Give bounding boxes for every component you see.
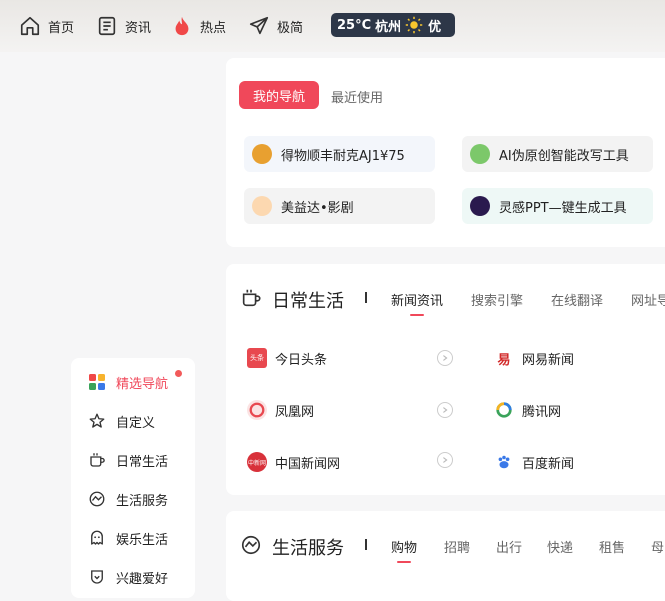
nav-news-label: 资讯 bbox=[125, 20, 152, 36]
site-label: 百度新闻 bbox=[522, 456, 575, 472]
site-label: 网易新闻 bbox=[522, 352, 575, 368]
nav-link-label: 得物顺丰耐克AJ1¥75 bbox=[281, 148, 405, 164]
nav-link-label: 灵感PPT—键生成工具 bbox=[499, 200, 627, 216]
sidebar-item-label: 生活服务 bbox=[116, 493, 169, 509]
nav-minimal[interactable]: 极简 bbox=[248, 14, 303, 38]
tab-shopping[interactable]: 购物 bbox=[391, 537, 417, 563]
life-service-icon bbox=[89, 491, 105, 507]
grid-icon bbox=[89, 374, 105, 390]
tab-jobs[interactable]: 招聘 bbox=[444, 537, 470, 556]
nav-link[interactable]: AI伪原创智能改写工具 bbox=[462, 136, 653, 172]
nav-link-label: 美益达•影剧 bbox=[281, 200, 354, 216]
section-title: 日常生活 bbox=[272, 291, 344, 312]
nav-link[interactable]: 得物顺丰耐克AJ1¥75 bbox=[244, 136, 435, 172]
category-sidebar: 精选导航 自定义 日常生活 生活服务 娱乐生活 兴趣爱好 bbox=[71, 358, 195, 598]
chevron-right-icon[interactable] bbox=[437, 452, 453, 468]
ghost-icon bbox=[91, 530, 103, 545]
tab-url[interactable]: 网址导 bbox=[631, 290, 665, 309]
weather-city: 杭州 bbox=[375, 19, 402, 35]
app-logo-icon bbox=[252, 196, 272, 216]
cup-icon bbox=[242, 289, 261, 307]
site-link[interactable]: 腾讯网 bbox=[494, 400, 561, 420]
site-logo-icon: 中新网 bbox=[247, 452, 267, 472]
app-logo-icon bbox=[470, 196, 490, 216]
sidebar-item-label: 兴趣爱好 bbox=[116, 571, 169, 587]
tab-travel[interactable]: 出行 bbox=[496, 537, 522, 556]
baidu-paw-icon bbox=[494, 452, 514, 472]
tab-rent[interactable]: 租售 bbox=[599, 537, 625, 556]
site-link[interactable]: 头条 今日头条 bbox=[247, 348, 327, 368]
site-link[interactable]: 中新网 中国新闻网 bbox=[247, 452, 340, 472]
site-logo-icon: 头条 bbox=[247, 348, 267, 368]
heart-shield-icon bbox=[91, 570, 103, 584]
tab-express[interactable]: 快递 bbox=[547, 537, 573, 556]
home-icon bbox=[20, 16, 40, 36]
fire-icon bbox=[175, 16, 189, 36]
my-navigation-card: 我的导航 最近使用 得物顺丰耐克AJ1¥75 AI伪原创智能改写工具 美益达•影… bbox=[226, 58, 665, 247]
tab-recent[interactable]: 最近使用 bbox=[331, 87, 383, 106]
life-service-icon bbox=[241, 535, 261, 555]
daily-life-section: 日常生活 新闻资讯 搜索引擎 在线翻译 网址导 头条 今日头条 易 网易新闻 凤… bbox=[226, 264, 665, 495]
news-icon bbox=[98, 16, 116, 36]
divider bbox=[365, 539, 367, 550]
nav-link[interactable]: 美益达•影剧 bbox=[244, 188, 435, 224]
notification-dot bbox=[175, 370, 182, 377]
chevron-right-icon[interactable] bbox=[437, 402, 453, 418]
tab-search-engine[interactable]: 搜索引擎 bbox=[471, 290, 523, 309]
air-quality: 优 bbox=[428, 19, 442, 35]
sidebar-item-label: 自定义 bbox=[116, 415, 156, 431]
nav-link-label: AI伪原创智能改写工具 bbox=[499, 148, 629, 164]
divider bbox=[365, 292, 367, 303]
sun-icon bbox=[405, 16, 423, 34]
weather-temp: 25°C bbox=[337, 17, 372, 33]
app-logo-icon bbox=[252, 144, 272, 164]
nav-home[interactable]: 首页 bbox=[19, 14, 74, 38]
site-label: 凤凰网 bbox=[275, 404, 315, 420]
nav-hot-label: 热点 bbox=[200, 20, 227, 36]
site-label: 今日头条 bbox=[275, 352, 328, 368]
nav-home-label: 首页 bbox=[48, 20, 75, 36]
sidebar-item-label: 精选导航 bbox=[116, 376, 169, 392]
nav-link[interactable]: 灵感PPT—键生成工具 bbox=[462, 188, 653, 224]
cup-icon bbox=[90, 453, 105, 467]
app-logo-icon bbox=[470, 144, 490, 164]
site-logo-icon: 易 bbox=[494, 348, 514, 368]
sidebar-item-label: 日常生活 bbox=[116, 454, 169, 470]
site-link[interactable]: 易 网易新闻 bbox=[494, 348, 574, 368]
site-label: 腾讯网 bbox=[522, 404, 562, 420]
top-navigation-bar: 首页 资讯 热点 极简 25°C 杭州 优 bbox=[0, 0, 665, 52]
tab-my-nav[interactable]: 我的导航 bbox=[239, 81, 319, 109]
sidebar-item-entertainment[interactable]: 娱乐生活 bbox=[88, 527, 168, 549]
sidebar-item-custom[interactable]: 自定义 bbox=[88, 410, 155, 432]
sidebar-item-hobbies[interactable]: 兴趣爱好 bbox=[88, 566, 168, 588]
nav-news[interactable]: 资讯 bbox=[96, 14, 151, 38]
star-icon bbox=[89, 413, 105, 428]
tencent-logo-icon bbox=[494, 400, 514, 420]
phoenix-logo-icon bbox=[247, 400, 267, 420]
sidebar-item-featured[interactable]: 精选导航 bbox=[88, 371, 168, 393]
section-title: 生活服务 bbox=[272, 538, 344, 559]
paper-plane-icon bbox=[249, 16, 269, 35]
nav-minimal-label: 极简 bbox=[277, 20, 304, 36]
weather-widget[interactable]: 25°C 杭州 优 bbox=[331, 13, 455, 37]
tab-news[interactable]: 新闻资讯 bbox=[391, 290, 443, 316]
sidebar-item-services[interactable]: 生活服务 bbox=[88, 488, 168, 510]
chevron-right-icon[interactable] bbox=[437, 350, 453, 366]
sidebar-item-daily[interactable]: 日常生活 bbox=[88, 449, 168, 471]
nav-hot[interactable]: 热点 bbox=[171, 14, 226, 38]
site-link[interactable]: 百度新闻 bbox=[494, 452, 574, 472]
tab-mother[interactable]: 母 bbox=[651, 537, 664, 556]
sidebar-item-label: 娱乐生活 bbox=[116, 532, 169, 548]
site-label: 中国新闻网 bbox=[275, 456, 341, 472]
life-services-section: 生活服务 购物 招聘 出行 快递 租售 母 bbox=[226, 511, 665, 601]
tab-translate[interactable]: 在线翻译 bbox=[551, 290, 603, 309]
site-link[interactable]: 凤凰网 bbox=[247, 400, 314, 420]
